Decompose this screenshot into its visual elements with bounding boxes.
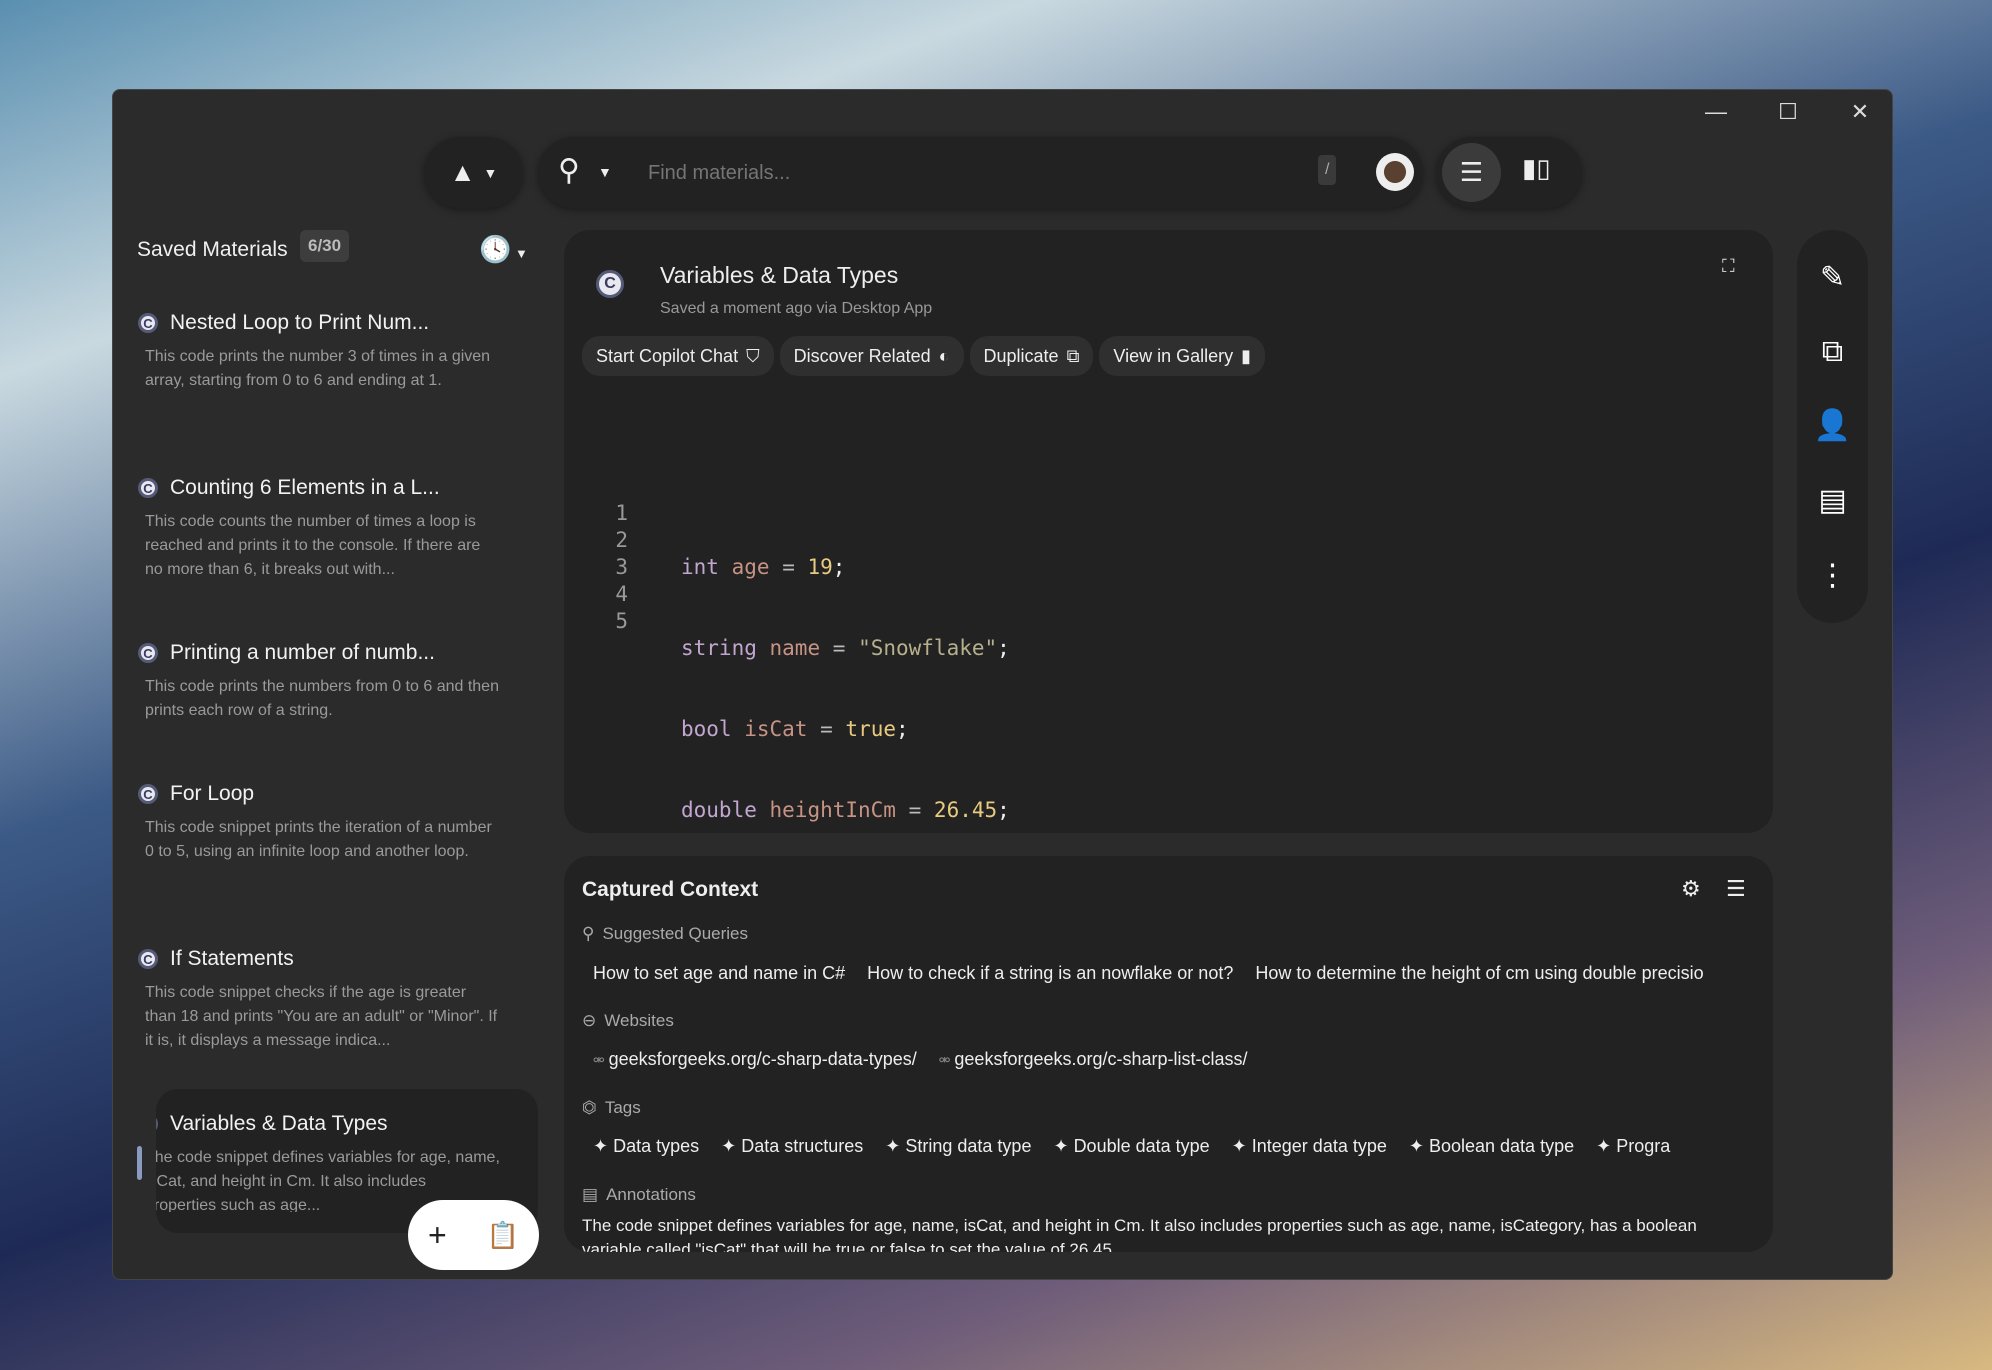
avatar[interactable] — [1376, 153, 1414, 191]
expand-icon[interactable]: ⛶ — [1722, 256, 1735, 277]
annotation-text: The code snippet defines variables for a… — [582, 1216, 1697, 1252]
website-link[interactable]: ⚮ geeksforgeeks.org/c-sharp-data-types/ — [593, 1049, 917, 1070]
chevron-down-icon: ▼ — [483, 164, 498, 181]
material-title: Variables & Data Types — [660, 262, 899, 288]
start-copilot-chat-button[interactable]: Start Copilot Chat ⛉ — [582, 336, 774, 376]
tags-label: ⏣ Tags — [582, 1098, 641, 1117]
selection-indicator — [137, 1146, 142, 1180]
query-chip[interactable]: How to set age and name in C# — [593, 963, 845, 984]
website-link[interactable]: ⚮ geeksforgeeks.org/c-sharp-list-class/ — [939, 1049, 1248, 1070]
search-input[interactable] — [648, 155, 1248, 191]
tag-chip[interactable]: ✦ Progra — [1596, 1136, 1670, 1157]
list-item-selected[interactable]: CVariables & Data TypesThe code snippet … — [156, 1112, 500, 1212]
history-sort-button[interactable]: 🕓 ▼ — [479, 234, 528, 265]
tag-chip[interactable]: ✦ Data structures — [721, 1136, 863, 1157]
gallery-icon: ▮ — [1241, 345, 1252, 366]
search-icon: ⚲ — [582, 924, 595, 943]
view-toggle: ☰ ▮▯ — [1436, 137, 1582, 208]
tag-chip[interactable]: ✦ Data types — [593, 1136, 699, 1157]
note-icon: ▤ — [582, 1185, 599, 1204]
item-title: Counting 6 Elements in a L... — [170, 476, 440, 499]
material-count-badge: 6/30 — [300, 230, 350, 262]
item-title: Nested Loop to Print Num... — [170, 311, 430, 334]
suggested-queries: How to set age and name in C# How to che… — [593, 963, 1763, 984]
item-title: If Statements — [170, 947, 294, 970]
item-desc: This code snippet prints the iteration o… — [145, 819, 492, 860]
item-title: For Loop — [170, 782, 255, 805]
copilot-icon: ⛉ — [746, 345, 760, 366]
tag-icon: ⏣ — [582, 1098, 597, 1117]
search-icon[interactable]: ⚲ — [558, 153, 580, 188]
gallery-view-icon[interactable]: ▮▯ — [1522, 153, 1551, 184]
close-button[interactable]: ✕ — [1824, 90, 1892, 134]
item-desc: This code prints the number 3 of times i… — [145, 348, 491, 389]
csharp-icon: C — [138, 643, 158, 663]
shapes-icon: ▲ — [449, 157, 476, 187]
websites: ⚮ geeksforgeeks.org/c-sharp-data-types/ … — [593, 1049, 1248, 1070]
link-icon: ⚮ — [938, 1052, 955, 1068]
maximize-button[interactable]: ☐ — [1752, 90, 1824, 134]
edit-icon[interactable]: ✎ — [1820, 260, 1845, 295]
list-item[interactable]: C Nested Loop to Print Num... This code pr… — [138, 311, 500, 393]
fab-actions: + 📋 — [408, 1200, 539, 1270]
csharp-icon: C — [138, 784, 158, 804]
csharp-icon: C — [156, 1114, 158, 1134]
csharp-icon: C — [138, 949, 158, 969]
list-view-icon[interactable]: ☰ — [1442, 143, 1501, 202]
duplicate-icon: ⧉ — [1066, 345, 1080, 366]
material-type-filter-button[interactable]: ▲ ▼ — [424, 137, 523, 208]
link-icon: ⊖ — [582, 1011, 597, 1030]
chevron-down-icon[interactable]: ▼ — [598, 164, 612, 180]
minimize-button[interactable]: — — [1680, 90, 1752, 134]
query-chip[interactable]: How to determine the height of cm using … — [1255, 963, 1703, 984]
link-icon: ⚮ — [593, 1052, 609, 1068]
duplicate-button[interactable]: Duplicate ⧉ — [969, 336, 1094, 376]
tag-chip[interactable]: ✦ Double data type — [1053, 1136, 1209, 1157]
item-title: Variables & Data Types — [170, 1112, 388, 1135]
copy-icon[interactable]: ⧉ — [1822, 335, 1843, 369]
line-numbers: 12345 — [615, 501, 628, 633]
view-in-gallery-button[interactable]: View in Gallery ▮ — [1099, 336, 1266, 376]
app-window: — ☐ ✕ ▲▼ ⚲ ▼ / ☰ ▮▯ Saved Materials 6/30… — [112, 89, 1893, 1280]
annotation-note-icon[interactable]: ▤ — [1818, 483, 1846, 518]
list-item[interactable]: C For Loop This code snippet prints the it… — [138, 782, 500, 864]
csharp-icon: C — [596, 270, 624, 298]
shortcut-hint: / — [1318, 155, 1337, 185]
query-chip[interactable]: How to check if a string is an nowflake … — [867, 963, 1233, 984]
list-item[interactable]: C If Statements This code snippet checks i… — [138, 947, 500, 1053]
tags: ✦ Data types ✦ Data structures ✦ String … — [593, 1136, 1763, 1157]
tag-chip[interactable]: ✦ Integer data type — [1232, 1136, 1387, 1157]
tag-chip[interactable]: ✦ String data type — [885, 1136, 1031, 1157]
tag-chip[interactable]: ✦ Boolean data type — [1409, 1136, 1574, 1157]
csharp-icon: C — [138, 313, 158, 333]
settings-icon[interactable]: ⚙ — [1681, 876, 1701, 902]
sidebar-title: Saved Materials — [137, 238, 288, 261]
more-options-icon[interactable]: ⋮ — [1818, 558, 1848, 593]
captured-context-card: Captured Context ⚙ ☰ ⚲ Suggested Queries … — [564, 856, 1773, 1252]
suggested-queries-label: ⚲ Suggested Queries — [582, 924, 748, 943]
context-title: Captured Context — [582, 878, 759, 901]
discover-related-button[interactable]: Discover Related ◐ — [779, 336, 964, 376]
list-item[interactable]: C Counting 6 Elements in a L... This code … — [138, 476, 500, 582]
item-desc: This code prints the numbers from 0 to 6… — [145, 678, 499, 719]
item-desc: This code snippet checks if the age is g… — [145, 984, 498, 1049]
code-editor[interactable]: int age = 19; string name = "Snowflake";… — [681, 500, 1010, 878]
item-title: Printing a number of numb... — [170, 641, 435, 664]
material-subtitle: Saved a moment ago via Desktop App — [660, 300, 933, 317]
action-bar: Start Copilot Chat ⛉ Discover Related ◐ Du… — [582, 336, 1271, 376]
menu-icon[interactable]: ☰ — [1726, 876, 1746, 902]
item-desc: This code counts the number of times a l… — [145, 513, 481, 578]
search-bar: ⚲ ▼ / — [538, 137, 1423, 208]
annotations-label: ▤ Annotations — [582, 1185, 696, 1204]
csharp-icon: C — [138, 478, 158, 498]
toggle-icon: ◐ — [938, 345, 950, 366]
websites-label: ⊖ Websites — [582, 1011, 674, 1030]
add-button[interactable]: + — [428, 1217, 447, 1254]
action-rail: ✎ ⧉ 👤 ▤ ⋮ — [1797, 230, 1868, 623]
material-detail-card: C Variables & Data Types Saved a moment … — [564, 230, 1773, 833]
list-item[interactable]: C Printing a number of numb... This code p… — [138, 641, 500, 723]
paste-clipboard-icon[interactable]: 📋 — [487, 1220, 519, 1251]
share-person-link-icon[interactable]: 👤 — [1814, 408, 1851, 443]
